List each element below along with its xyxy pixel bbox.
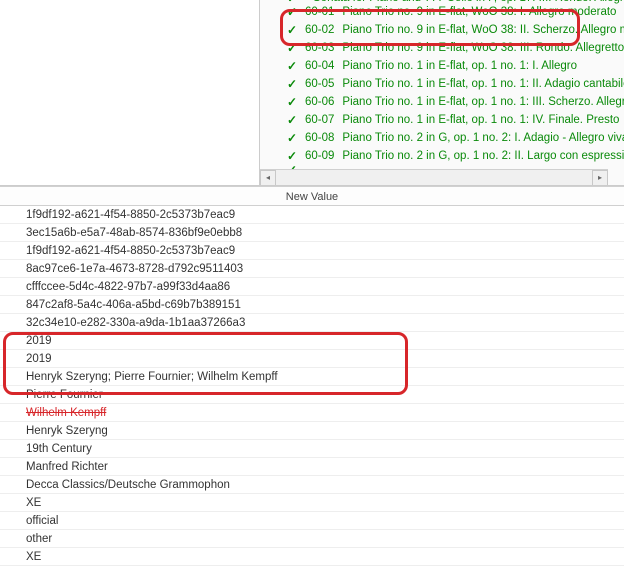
track-number: 60-06 [305, 96, 334, 108]
track-title: Piano Trio no. 1 in E-flat, op. 1 no. 1:… [342, 60, 577, 72]
table-row[interactable]: other [0, 530, 624, 548]
table-row[interactable]: cfffccee-5d4c-4822-97b7-a99f33d4aa86 [0, 278, 624, 296]
track-title: Piano Trio no. 9 in E-flat, WoO 38: I. A… [342, 6, 616, 18]
check-icon: ✓ [287, 5, 299, 19]
track-number: 60-03 [305, 42, 334, 54]
table-row[interactable]: Henryk Szeryng; Pierre Fournier; Wilhelm… [0, 368, 624, 386]
table-row[interactable]: Pierre Fournier [0, 386, 624, 404]
track-row[interactable]: ✓ 60-04 Piano Trio no. 1 in E-flat, op. … [260, 57, 624, 75]
table-row[interactable]: 19th Century [0, 440, 624, 458]
track-title: Piano Trio no. 1 in E-flat, op. 1 no. 1:… [342, 96, 624, 108]
check-icon: ✓ [287, 95, 299, 109]
track-title: Piano Trio no. 9 in E-flat, WoO 38: II. … [342, 24, 624, 36]
table-row[interactable]: XE [0, 494, 624, 512]
table-row[interactable]: Henryk Szeryng [0, 422, 624, 440]
track-row[interactable]: ✓ 60-06 Piano Trio no. 1 in E-flat, op. … [260, 93, 624, 111]
check-icon: ✓ [287, 23, 299, 37]
check-icon: ✓ [287, 41, 299, 55]
value-table: New Value 1f9df192-a621-4f54-8850-2c5373… [0, 186, 624, 500]
track-title: Sonata for Piano and ??? Cello in F, op.… [313, 0, 624, 4]
table-row[interactable]: 2019 [0, 332, 624, 350]
column-header[interactable]: New Value [0, 186, 624, 206]
table-row[interactable]: official [0, 512, 624, 530]
check-icon: ✓ [287, 113, 299, 127]
table-row[interactable]: 1f9df192-a621-4f54-8850-2c5373b7eac9 [0, 242, 624, 260]
scroll-right-button[interactable]: ▸ [592, 170, 608, 186]
horizontal-scrollbar[interactable]: ◂ ▸ [260, 169, 608, 185]
check-icon: ✓ [287, 131, 299, 145]
track-number: 60-04 [305, 60, 334, 72]
table-row[interactable]: XE [0, 548, 624, 566]
track-list[interactable]: ✓ Sonata for Piano and ??? Cello in F, o… [260, 0, 624, 170]
track-title: Piano Trio no. 1 in E-flat, op. 1 no. 1:… [342, 78, 624, 90]
table-row[interactable]: 32c34e10-e282-330a-a9da-1b1aa37266a3 [0, 314, 624, 332]
table-row[interactable]: 3ec15a6b-e5a7-48ab-8574-836bf9e0ebb8 [0, 224, 624, 242]
track-row[interactable]: ✓ 60-02 Piano Trio no. 9 in E-flat, WoO … [260, 21, 624, 39]
track-title: Piano Trio no. 9 in E-flat, WoO 38: III.… [342, 42, 624, 54]
table-row[interactable]: 2019 [0, 350, 624, 368]
track-row[interactable]: ✓ 60-01 Piano Trio no. 9 in E-flat, WoO … [260, 3, 624, 21]
scroll-left-button[interactable]: ◂ [260, 170, 276, 186]
table-row[interactable]: 847c2af8-5a4c-406a-a5bd-c69b7b389151 [0, 296, 624, 314]
table-row[interactable]: Manfred Richter [0, 458, 624, 476]
track-row[interactable]: ✓ 60-07 Piano Trio no. 1 in E-flat, op. … [260, 111, 624, 129]
track-row[interactable]: ✓ 60-05 Piano Trio no. 1 in E-flat, op. … [260, 75, 624, 93]
track-row[interactable]: ✓ 60-09 Piano Trio no. 2 in G, op. 1 no.… [260, 147, 624, 165]
track-title: Piano Trio no. 1 in E-flat, op. 1 no. 1:… [342, 114, 619, 126]
check-icon: ✓ [287, 59, 299, 73]
track-title: Piano Trio no. 2 in G, op. 1 no. 2: II. … [342, 150, 624, 162]
table-row[interactable]: 8ac97ce6-1e7a-4673-8728-d792c9511403 [0, 260, 624, 278]
track-number: 60-05 [305, 78, 334, 90]
track-row[interactable]: ✓ 60-03 Piano Trio no. 9 in E-flat, WoO … [260, 39, 624, 57]
track-row[interactable]: ✓ 60-08 Piano Trio no. 2 in G, op. 1 no.… [260, 129, 624, 147]
left-panel [0, 0, 259, 186]
track-number: 60-02 [305, 24, 334, 36]
table-row[interactable]: Wilhelm Kempff [0, 404, 624, 422]
track-number: 60-09 [305, 150, 334, 162]
track-number: 60-08 [305, 132, 334, 144]
check-icon: ✓ [287, 149, 299, 163]
table-row[interactable]: Decca Classics/Deutsche Grammophon [0, 476, 624, 494]
check-icon: ✓ [287, 77, 299, 91]
track-number: 60-07 [305, 114, 334, 126]
tracks-panel: ✓ Sonata for Piano and ??? Cello in F, o… [259, 0, 624, 186]
track-row[interactable]: ✓ Sonata for Piano and ??? Cello in F, o… [260, 0, 624, 3]
table-row[interactable]: 1f9df192-a621-4f54-8850-2c5373b7eac9 [0, 206, 624, 224]
table-body: 1f9df192-a621-4f54-8850-2c5373b7eac9 3ec… [0, 206, 624, 566]
track-title: Piano Trio no. 2 in G, op. 1 no. 2: I. A… [342, 132, 624, 144]
track-number: 60-01 [305, 6, 334, 18]
